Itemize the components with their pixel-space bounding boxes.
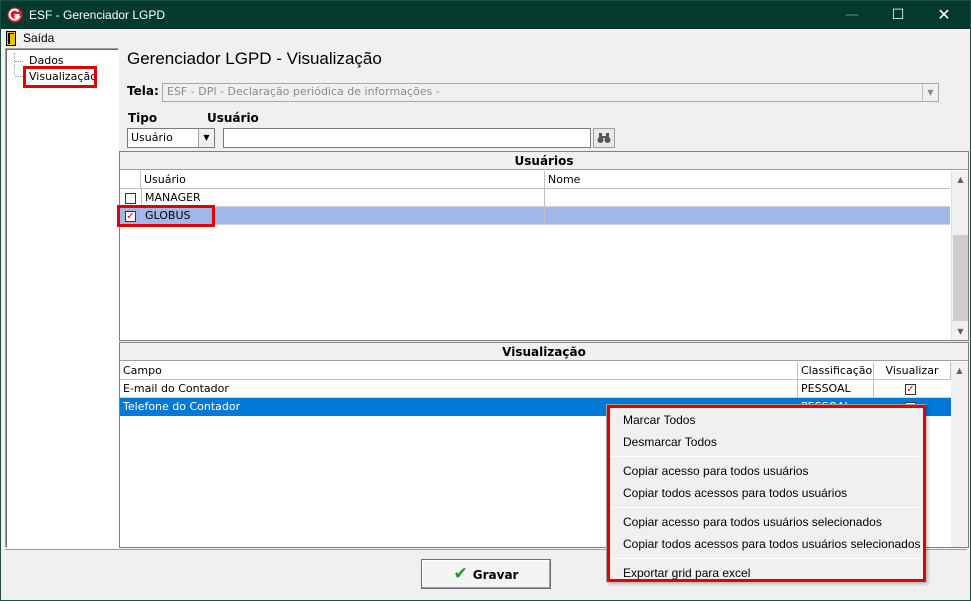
usuarios-scrollbar[interactable]: ▲ ▼: [951, 171, 968, 340]
row-checkbox[interactable]: [125, 193, 136, 204]
window-title: ESF - Gerenciador LGPD: [29, 8, 166, 22]
usuarios-panel-title: Usuários: [120, 152, 968, 170]
tipo-label: Tipo: [128, 111, 158, 125]
tela-label: Tela:: [127, 84, 159, 98]
check-icon: ✔: [453, 564, 468, 584]
app-logo-icon: [7, 7, 23, 23]
table-row[interactable]: ✓ GLOBUS: [120, 207, 950, 225]
scrollbar-thumb[interactable]: [953, 235, 968, 321]
usuarios-grid-header: Usuário Nome: [120, 171, 950, 189]
app-window: ESF - Gerenciador LGPD — ☐ ✕ Saída Dados…: [0, 0, 971, 601]
usuarios-panel: Usuários Usuário Nome MANAGER ✓ GLOBUS ▲…: [119, 151, 969, 341]
save-button[interactable]: ✔ Gravar: [421, 559, 551, 589]
scroll-up-icon[interactable]: ▲: [951, 362, 968, 379]
visualizacao-grid-header: Campo Classificação Visualizar: [120, 362, 951, 380]
close-button[interactable]: ✕: [921, 1, 967, 29]
cell-campo: E-mail do Contador: [120, 380, 798, 398]
column-header-classificacao[interactable]: Classificação: [798, 362, 874, 380]
tree-connector: [14, 53, 15, 75]
highlight-context-menu: [607, 405, 926, 582]
table-row[interactable]: E-mail do Contador PESSOAL ✓: [120, 380, 951, 398]
tela-select-value: ESF - DPI - Declaração periódica de info…: [167, 85, 440, 98]
navigation-tree: [5, 48, 119, 548]
cell-classificacao: PESSOAL: [798, 380, 874, 398]
visualizacao-scrollbar[interactable]: ▲: [951, 362, 968, 547]
search-button[interactable]: [593, 128, 615, 148]
highlight-tree-item: [23, 66, 97, 88]
cell-nome: [545, 189, 950, 207]
visualizacao-panel-title: Visualização: [120, 343, 968, 361]
page-title: Gerenciador LGPD - Visualização: [127, 49, 382, 68]
tela-select[interactable]: ESF - DPI - Declaração periódica de info…: [162, 83, 939, 102]
chevron-down-icon[interactable]: ▼: [922, 84, 938, 101]
cell-visualizar: ✓: [874, 380, 951, 398]
chevron-down-icon[interactable]: ▼: [198, 129, 214, 147]
usuario-input[interactable]: [223, 128, 591, 148]
tipo-select-value: Usuário: [131, 131, 173, 144]
save-button-label: Gravar: [472, 568, 519, 582]
scroll-up-icon[interactable]: ▲: [952, 171, 969, 188]
menu-bar: Saída: [1, 29, 970, 48]
binoculars-icon: [597, 133, 611, 143]
highlight-globus-row: [117, 205, 215, 227]
menu-item-exit[interactable]: Saída: [23, 31, 54, 45]
checkbox-column-header: [120, 171, 141, 189]
visualizar-checkbox[interactable]: ✓: [905, 384, 916, 395]
usuario-label: Usuário: [207, 111, 259, 125]
minimize-button[interactable]: —: [829, 1, 875, 29]
scroll-down-icon[interactable]: ▼: [952, 323, 969, 340]
maximize-button[interactable]: ☐: [875, 1, 921, 29]
tree-connector: [15, 76, 23, 77]
column-header-visualizar[interactable]: Visualizar: [874, 362, 951, 380]
table-row[interactable]: MANAGER: [120, 189, 950, 207]
column-header-campo[interactable]: Campo: [120, 362, 798, 380]
column-header-nome[interactable]: Nome: [545, 171, 950, 189]
column-header-usuario[interactable]: Usuário: [141, 171, 545, 189]
exit-door-icon: [6, 31, 16, 46]
title-bar[interactable]: ESF - Gerenciador LGPD — ☐ ✕: [1, 1, 970, 29]
tree-connector: [15, 61, 23, 62]
cell-nome: [545, 207, 950, 225]
tipo-select[interactable]: Usuário ▼: [127, 128, 215, 148]
